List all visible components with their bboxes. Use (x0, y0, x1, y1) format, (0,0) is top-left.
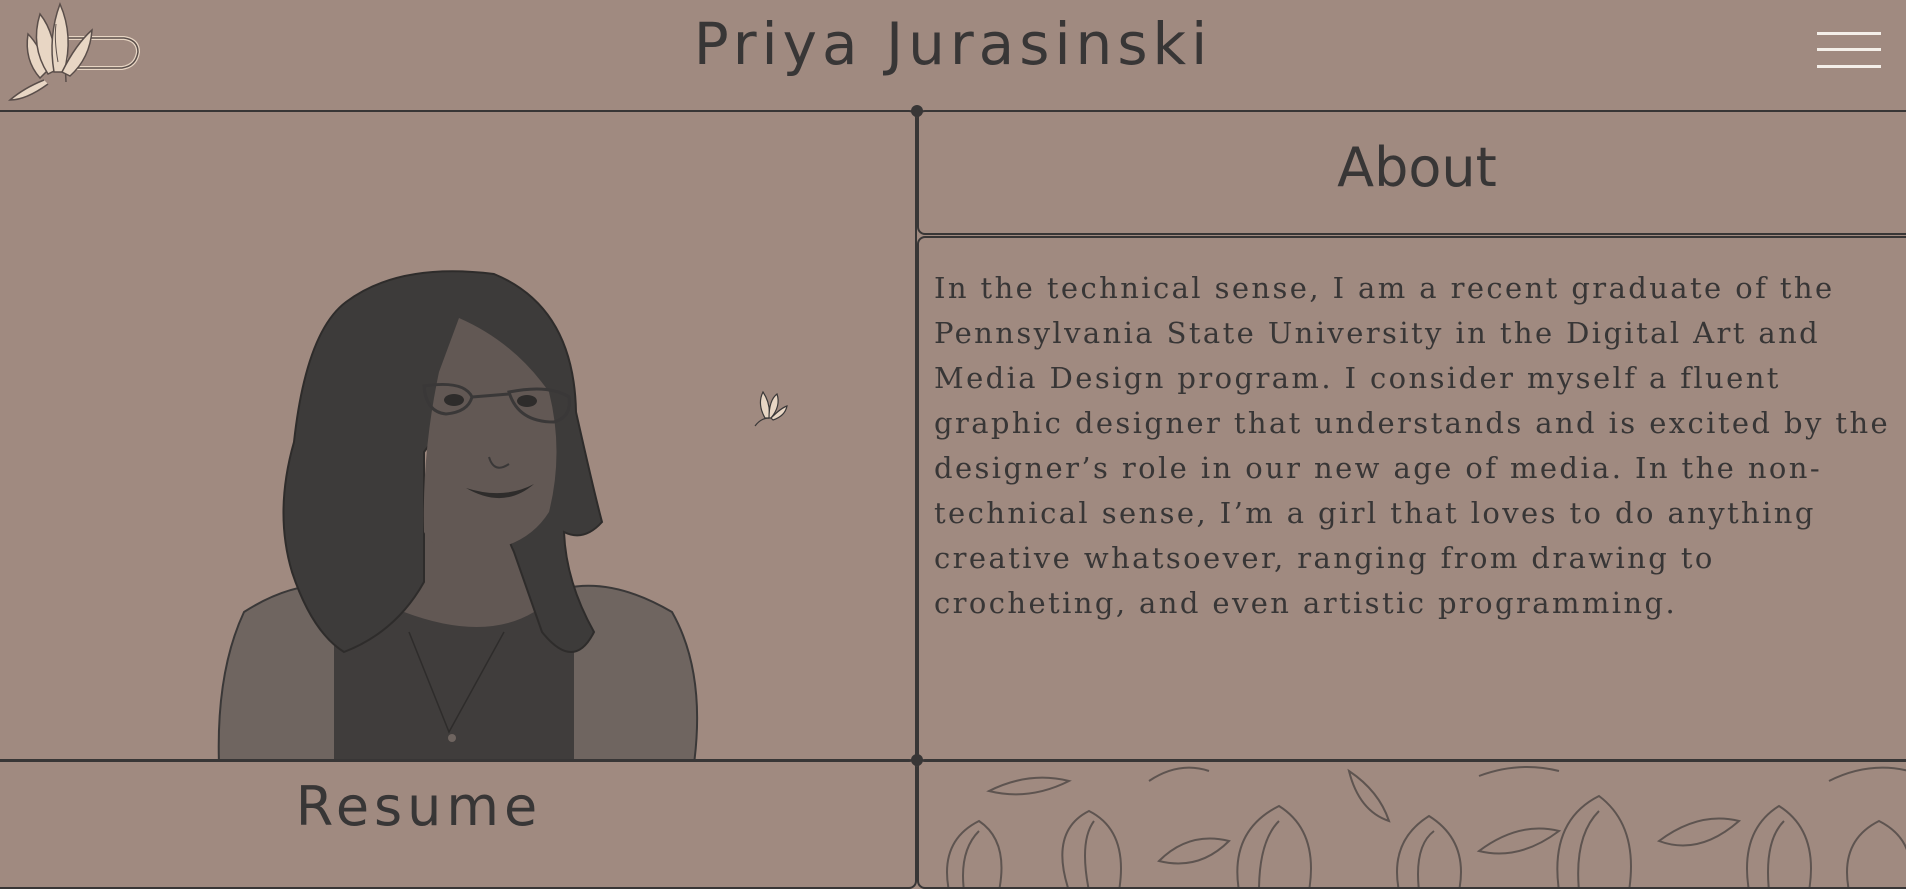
about-paragraph: In the technical sense, I am a recent gr… (934, 271, 1891, 620)
resume-heading[interactable]: Resume (0, 775, 844, 838)
magnolia-pattern-panel (917, 759, 1906, 889)
hamburger-menu-icon[interactable] (1817, 32, 1881, 70)
site-header: Priya Jurasinski (0, 0, 1906, 111)
magnolia-pattern (946, 766, 1906, 887)
divider-dot (911, 754, 923, 766)
divider-dot (911, 105, 923, 117)
portrait-illustration (217, 270, 699, 760)
about-heading: About (1337, 136, 1497, 199)
portrait-panel (0, 110, 917, 762)
magnolia-icon (754, 390, 788, 427)
site-title[interactable]: Priya Jurasinski (0, 10, 1906, 78)
about-body-panel: In the technical sense, I am a recent gr… (917, 236, 1906, 762)
resume-panel[interactable]: Resume (0, 759, 917, 889)
about-heading-panel: About (917, 110, 1906, 235)
